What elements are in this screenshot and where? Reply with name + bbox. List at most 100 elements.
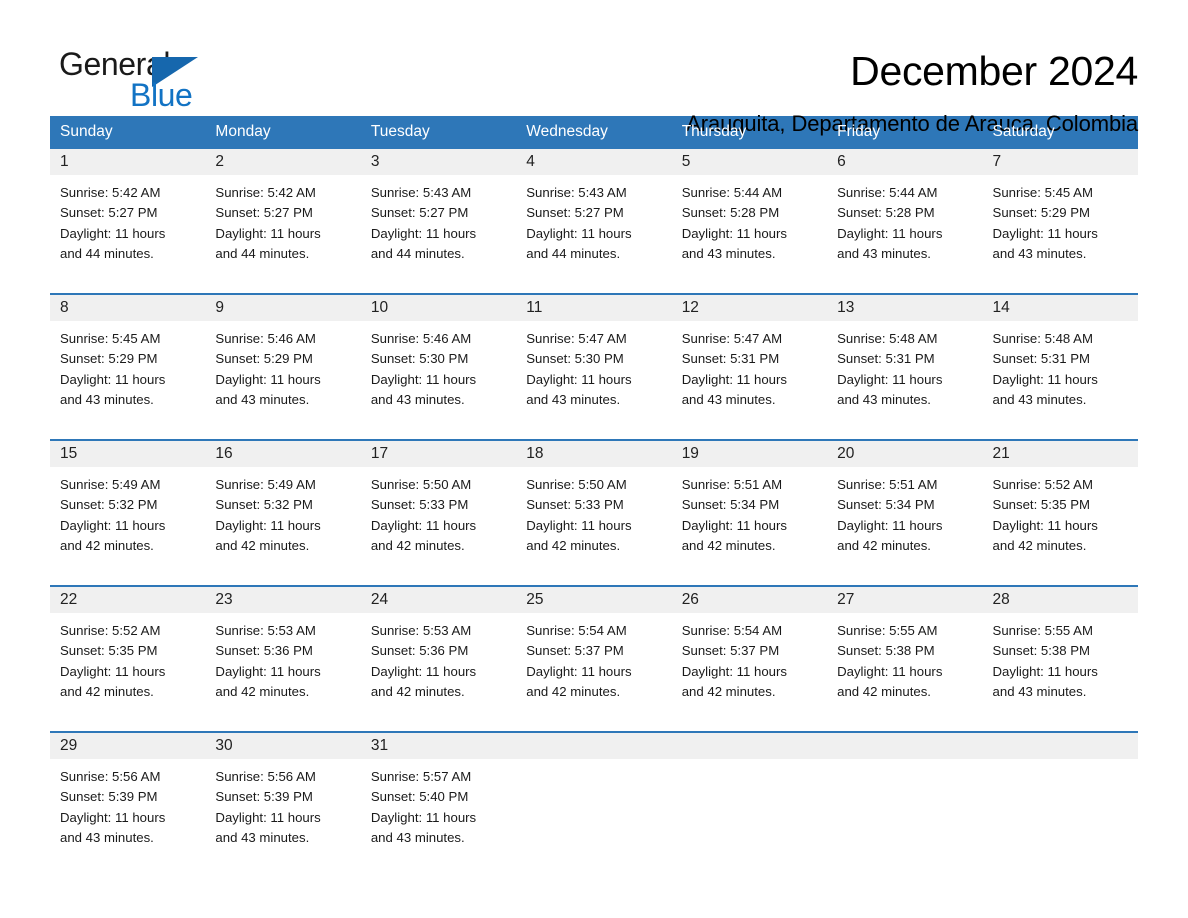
day-number[interactable]: 18 [516,441,671,467]
day-number[interactable]: 2 [205,149,360,175]
day-cell[interactable]: Sunrise: 5:49 AM Sunset: 5:32 PM Dayligh… [50,467,205,573]
day-cell[interactable]: Sunrise: 5:52 AM Sunset: 5:35 PM Dayligh… [50,613,205,719]
day-cell[interactable]: Sunrise: 5:51 AM Sunset: 5:34 PM Dayligh… [672,467,827,573]
day-number[interactable]: 21 [983,441,1138,467]
daylight-text-cont: and 44 minutes. [370,245,465,261]
day-cell[interactable]: Sunrise: 5:47 AM Sunset: 5:30 PM Dayligh… [516,321,671,427]
day-number[interactable]: 12 [672,295,827,321]
day-number[interactable]: 4 [516,149,671,175]
day-cell[interactable]: Sunrise: 5:46 AM Sunset: 5:30 PM Dayligh… [361,321,516,427]
daylight-text: Daylight: 11 hours [215,809,321,825]
day-cell[interactable]: Sunrise: 5:50 AM Sunset: 5:33 PM Dayligh… [361,467,516,573]
day-number[interactable]: 26 [672,587,827,613]
day-cell[interactable]: Sunrise: 5:54 AM Sunset: 5:37 PM Dayligh… [672,613,827,719]
week-date-strip: 15 16 17 18 19 20 21 [50,439,1138,467]
day-cell[interactable]: Sunrise: 5:53 AM Sunset: 5:36 PM Dayligh… [361,613,516,719]
day-cell[interactable]: Sunrise: 5:48 AM Sunset: 5:31 PM Dayligh… [827,321,982,427]
day-cell[interactable]: Sunrise: 5:43 AM Sunset: 5:27 PM Dayligh… [361,175,516,281]
day-number-empty [672,733,827,759]
day-number[interactable]: 11 [516,295,671,321]
sunrise-text: Sunrise: 5:50 AM [370,477,472,492]
day-cell[interactable]: Sunrise: 5:45 AM Sunset: 5:29 PM Dayligh… [983,175,1138,281]
week-date-strip: 29 30 31 [50,731,1138,759]
page-header: General Blue December 2024 Arauquita, De… [50,0,1138,136]
day-number[interactable]: 1 [50,149,205,175]
day-number[interactable]: 15 [50,441,205,467]
day-number[interactable]: 16 [205,441,360,467]
day-number[interactable]: 23 [205,587,360,613]
sunset-text: Sunset: 5:38 PM [992,643,1091,659]
sunset-text: Sunset: 5:32 PM [215,497,313,513]
sunrise-text: Sunrise: 5:49 AM [60,477,161,492]
day-cell[interactable]: Sunrise: 5:51 AM Sunset: 5:34 PM Dayligh… [827,467,982,573]
day-cell[interactable]: Sunrise: 5:44 AM Sunset: 5:28 PM Dayligh… [672,175,827,281]
week-date-strip: 1 2 3 4 5 6 7 [50,147,1138,175]
day-number[interactable]: 10 [361,295,516,321]
sunset-text: Sunset: 5:27 PM [526,205,624,221]
day-number[interactable]: 5 [672,149,827,175]
day-number[interactable]: 17 [361,441,516,467]
daylight-text: Daylight: 11 hours [526,371,632,387]
daylight-text-cont: and 42 minutes. [215,683,310,699]
sunset-text: Sunset: 5:33 PM [526,497,624,513]
day-number[interactable]: 8 [50,295,205,321]
sunrise-text: Sunrise: 5:51 AM [681,477,783,492]
day-cell[interactable]: Sunrise: 5:42 AM Sunset: 5:27 PM Dayligh… [50,175,205,281]
day-number[interactable]: 6 [827,149,982,175]
day-cell[interactable]: Sunrise: 5:56 AM Sunset: 5:39 PM Dayligh… [50,759,205,865]
sunrise-text: Sunrise: 5:45 AM [992,185,1093,200]
day-cell[interactable]: Sunrise: 5:42 AM Sunset: 5:27 PM Dayligh… [205,175,360,281]
daylight-text: Daylight: 11 hours [215,371,321,387]
day-cell[interactable]: Sunrise: 5:48 AM Sunset: 5:31 PM Dayligh… [983,321,1138,427]
day-number[interactable]: 7 [983,149,1138,175]
day-number[interactable]: 19 [672,441,827,467]
daylight-text: Daylight: 11 hours [837,225,943,241]
sunrise-text: Sunrise: 5:44 AM [837,185,938,200]
day-cell[interactable]: Sunrise: 5:50 AM Sunset: 5:33 PM Dayligh… [516,467,671,573]
sunset-text: Sunset: 5:30 PM [526,351,624,367]
day-number[interactable]: 31 [361,733,516,759]
daylight-text-cont: and 43 minutes. [526,391,621,407]
day-cell[interactable]: Sunrise: 5:57 AM Sunset: 5:40 PM Dayligh… [361,759,516,865]
sunset-text: Sunset: 5:29 PM [992,205,1091,221]
day-cell[interactable]: Sunrise: 5:46 AM Sunset: 5:29 PM Dayligh… [205,321,360,427]
sunset-text: Sunset: 5:40 PM [370,789,469,805]
sunset-text: Sunset: 5:39 PM [215,789,313,805]
daylight-text: Daylight: 11 hours [60,809,166,825]
daylight-text-cont: and 43 minutes. [215,829,310,845]
day-cell[interactable]: Sunrise: 5:55 AM Sunset: 5:38 PM Dayligh… [983,613,1138,719]
day-number[interactable]: 9 [205,295,360,321]
sunrise-text: Sunrise: 5:52 AM [60,623,161,638]
day-cell[interactable]: Sunrise: 5:45 AM Sunset: 5:29 PM Dayligh… [50,321,205,427]
day-cell[interactable]: Sunrise: 5:43 AM Sunset: 5:27 PM Dayligh… [516,175,671,281]
day-cell[interactable]: Sunrise: 5:53 AM Sunset: 5:36 PM Dayligh… [205,613,360,719]
day-number[interactable]: 22 [50,587,205,613]
daylight-text: Daylight: 11 hours [837,663,943,679]
day-number[interactable]: 29 [50,733,205,759]
day-cell[interactable]: Sunrise: 5:49 AM Sunset: 5:32 PM Dayligh… [205,467,360,573]
sunset-text: Sunset: 5:29 PM [215,351,313,367]
day-cell[interactable]: Sunrise: 5:55 AM Sunset: 5:38 PM Dayligh… [827,613,982,719]
day-number[interactable]: 14 [983,295,1138,321]
daylight-text: Daylight: 11 hours [60,225,166,241]
day-cell[interactable]: Sunrise: 5:47 AM Sunset: 5:31 PM Dayligh… [672,321,827,427]
day-cell-empty [827,759,982,865]
day-number[interactable]: 27 [827,587,982,613]
day-number[interactable]: 25 [516,587,671,613]
day-number-empty [516,733,671,759]
day-cell[interactable]: Sunrise: 5:52 AM Sunset: 5:35 PM Dayligh… [983,467,1138,573]
sunrise-text: Sunrise: 5:47 AM [681,331,783,346]
day-cell[interactable]: Sunrise: 5:54 AM Sunset: 5:37 PM Dayligh… [516,613,671,719]
day-number[interactable]: 20 [827,441,982,467]
sunset-text: Sunset: 5:37 PM [681,643,780,659]
day-number[interactable]: 30 [205,733,360,759]
day-number[interactable]: 13 [827,295,982,321]
day-number[interactable]: 3 [361,149,516,175]
daylight-text-cont: and 43 minutes. [60,391,154,407]
day-cell[interactable]: Sunrise: 5:56 AM Sunset: 5:39 PM Dayligh… [205,759,360,865]
day-cell[interactable]: Sunrise: 5:44 AM Sunset: 5:28 PM Dayligh… [827,175,982,281]
day-number[interactable]: 24 [361,587,516,613]
sunset-text: Sunset: 5:33 PM [370,497,469,513]
generalblue-logo[interactable]: General Blue [50,48,250,111]
day-number[interactable]: 28 [983,587,1138,613]
